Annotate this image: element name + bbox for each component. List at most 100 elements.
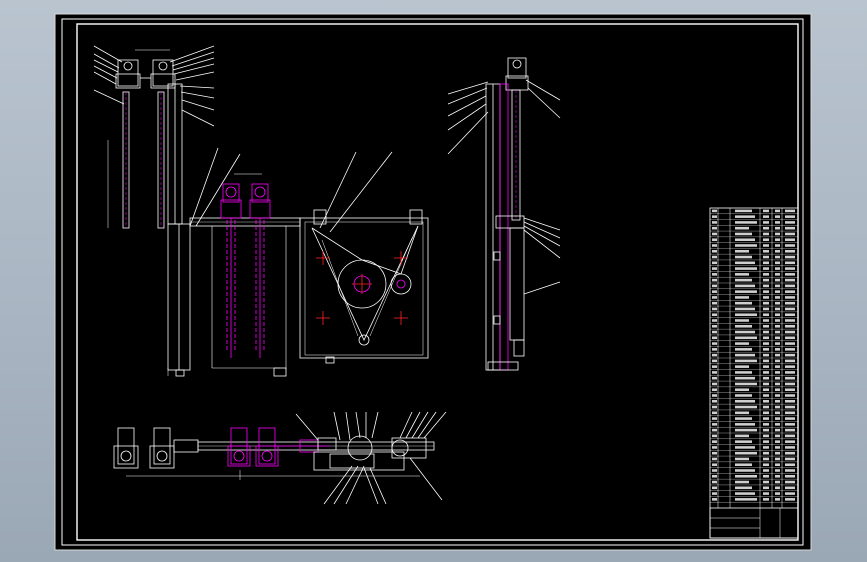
table-cell-mark	[785, 423, 795, 426]
table-cell-mark	[785, 232, 795, 236]
table-cell-mark	[785, 469, 795, 472]
table-cell-mark	[775, 498, 780, 501]
table-cell-mark	[735, 209, 752, 213]
table-cell-mark	[735, 492, 755, 495]
table-cell-mark	[775, 342, 780, 345]
table-cell-mark	[785, 255, 795, 259]
table-cell-mark	[785, 296, 795, 299]
table-cell-mark	[735, 376, 755, 380]
table-cell-mark	[785, 226, 795, 230]
table-cell-mark	[775, 238, 780, 242]
table-cell-mark	[712, 278, 717, 282]
table-cell-mark	[735, 353, 755, 357]
table-cell-mark	[775, 296, 780, 299]
table-cell-mark	[763, 394, 769, 397]
table-cell-mark	[775, 273, 780, 276]
table-cell-mark	[763, 278, 769, 282]
table-cell-mark	[763, 336, 769, 340]
table-cell-mark	[763, 371, 769, 374]
table-cell-mark	[775, 267, 780, 270]
table-cell-mark	[763, 313, 769, 317]
table-cell-mark	[785, 273, 795, 276]
table-cell-mark	[712, 221, 717, 224]
table-cell-mark	[763, 226, 769, 230]
table-cell-mark	[712, 428, 717, 432]
table-cell-mark	[785, 209, 795, 213]
table-cell-mark	[763, 492, 769, 495]
cad-viewport[interactable]	[0, 0, 867, 562]
table-cell-mark	[785, 446, 795, 449]
table-cell-mark	[735, 457, 749, 461]
table-cell-mark	[735, 278, 752, 282]
table-cell-mark	[785, 307, 795, 311]
table-cell-mark	[735, 330, 755, 334]
table-cell-mark	[775, 232, 780, 236]
table-cell-mark	[775, 492, 780, 495]
table-cell-mark	[775, 359, 780, 363]
table-cell-mark	[712, 486, 717, 490]
table-cell-mark	[775, 348, 780, 351]
table-cell-mark	[775, 336, 780, 340]
table-cell-mark	[735, 342, 749, 345]
table-cell-mark	[735, 348, 752, 351]
table-cell-mark	[775, 215, 780, 218]
table-cell-mark	[763, 446, 769, 449]
table-cell-mark	[785, 428, 795, 432]
table-cell-mark	[712, 301, 717, 305]
table-cell-mark	[735, 359, 757, 363]
table-cell-mark	[785, 382, 795, 386]
table-cell-mark	[735, 324, 752, 328]
table-cell-mark	[785, 365, 795, 368]
table-cell-mark	[712, 244, 717, 247]
table-cell-mark	[712, 411, 717, 415]
table-cell-mark	[785, 417, 795, 420]
table-cell-mark	[735, 394, 752, 397]
table-cell-mark	[735, 411, 749, 415]
table-cell-mark	[712, 451, 717, 455]
table-cell-mark	[712, 382, 717, 386]
table-cell-mark	[763, 348, 769, 351]
table-cell-mark	[712, 417, 717, 420]
table-cell-mark	[763, 365, 769, 368]
table-cell-mark	[763, 319, 769, 322]
table-cell-mark	[712, 348, 717, 351]
table-cell-mark	[785, 330, 795, 334]
table-cell-mark	[775, 405, 780, 409]
table-cell-mark	[785, 301, 795, 305]
table-cell-mark	[785, 284, 795, 288]
table-cell-mark	[712, 209, 717, 213]
table-cell-mark	[735, 261, 755, 265]
table-cell-mark	[775, 290, 780, 293]
table-cell-mark	[763, 284, 769, 288]
table-cell-mark	[712, 457, 717, 461]
table-cell-mark	[775, 388, 780, 392]
table-cell-mark	[735, 428, 757, 432]
table-cell-mark	[735, 221, 757, 224]
table-cell-mark	[763, 324, 769, 328]
table-cell-mark	[735, 446, 755, 449]
table-cell-mark	[712, 336, 717, 340]
table-cell-mark	[763, 261, 769, 265]
table-cell-mark	[735, 382, 757, 386]
table-cell-mark	[735, 249, 749, 253]
table-cell-mark	[763, 382, 769, 386]
table-cell-mark	[775, 284, 780, 288]
drawing-sheet	[54, 13, 812, 551]
table-cell-mark	[763, 215, 769, 218]
table-cell-mark	[735, 238, 755, 242]
table-cell-mark	[775, 382, 780, 386]
table-cell-mark	[735, 255, 752, 259]
table-cell-mark	[785, 249, 795, 253]
table-cell-mark	[763, 296, 769, 299]
table-cell-mark	[763, 417, 769, 420]
table-cell-mark	[712, 255, 717, 259]
table-cell-mark	[775, 278, 780, 282]
table-cell-mark	[775, 428, 780, 432]
table-cell-mark	[763, 301, 769, 305]
table-cell-mark	[775, 353, 780, 357]
table-cell-mark	[775, 330, 780, 334]
table-cell-mark	[785, 359, 795, 363]
table-cell-mark	[763, 434, 769, 438]
table-cell-mark	[775, 365, 780, 368]
table-cell-mark	[735, 423, 755, 426]
